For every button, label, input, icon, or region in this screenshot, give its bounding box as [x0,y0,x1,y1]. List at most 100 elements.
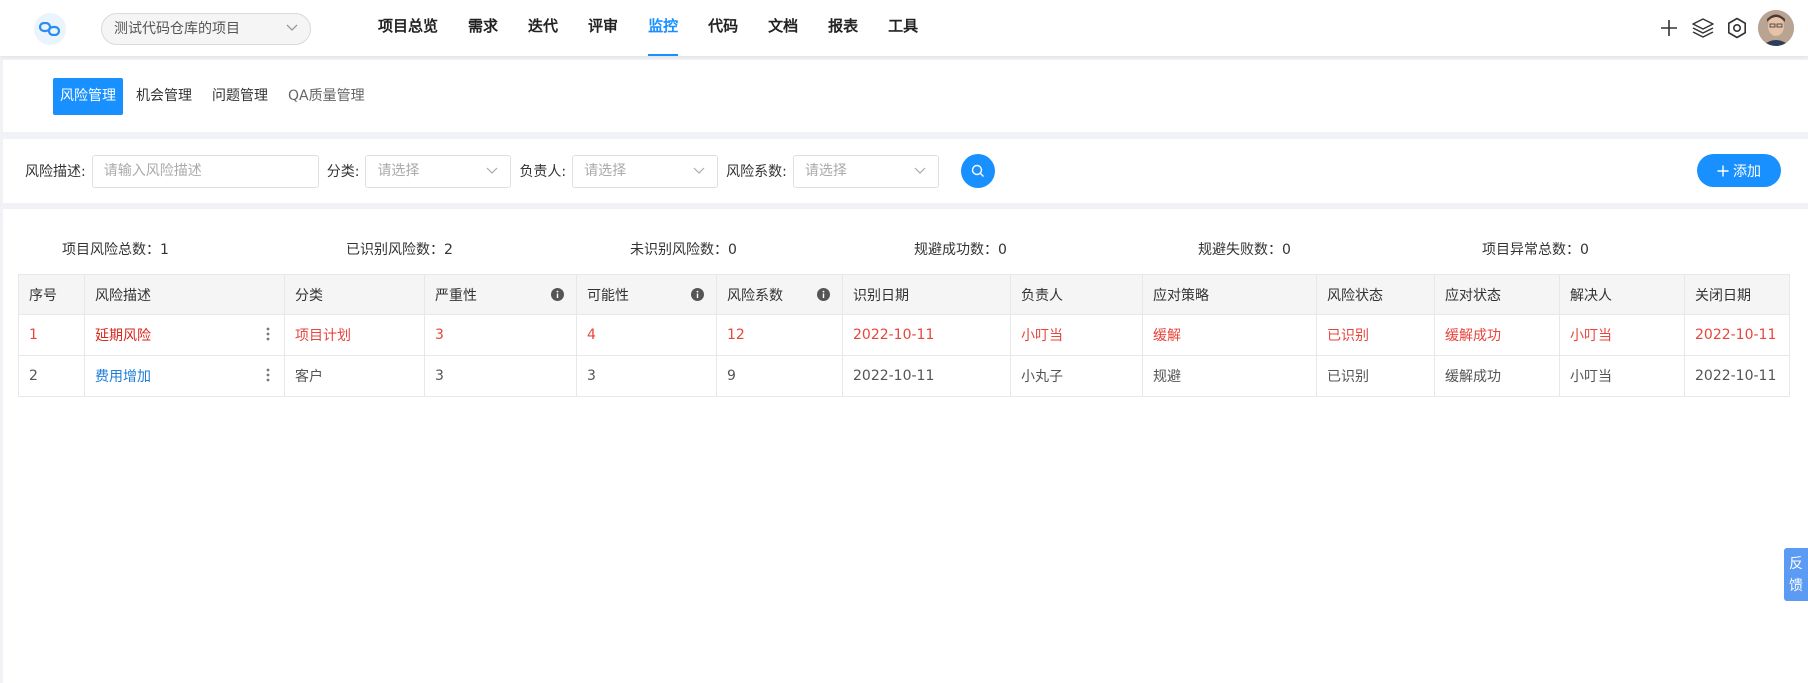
nav-item-code[interactable]: 代码 [693,0,753,56]
add-button-label: 添加 [1733,163,1761,180]
cell-resolver: 小叮当 [1559,355,1685,397]
risk-stats: 项目风险总数：1 已识别风险数：2 未识别风险数：0 规避成功数：0 规避失败数… [62,239,1766,259]
chevron-down-icon [914,167,926,174]
cell-strategy: 规避 [1142,355,1317,397]
main-panel: 项目风险总数：1 已识别风险数：2 未识别风险数：0 规避成功数：0 规避失败数… [3,209,1808,683]
feedback-char-2: 馈 [1789,577,1803,594]
nav-item-docs[interactable]: 文档 [753,0,813,56]
nav-item-overview[interactable]: 项目总览 [363,0,453,56]
cell-category: 客户 [284,355,425,397]
risk-coef-placeholder: 请选择 [804,162,847,179]
tab-risk-management[interactable]: 风险管理 [53,78,123,115]
cell-response-status: 缓解成功 [1434,314,1560,356]
chevron-down-icon [286,24,298,31]
info-icon[interactable] [551,288,564,301]
cell-severity: 3 [424,355,577,397]
category-placeholder: 请选择 [377,162,420,179]
risk-table: 序号 风险描述 分类 严重性 可能性 风险系数 识别日期 负责人 应对策略 风险… [18,274,1790,397]
category-select[interactable]: 请选择 [365,154,512,188]
tab-qa-quality-management[interactable]: QA质量管理 [281,78,372,115]
chevron-down-icon [487,167,498,174]
col-header-severity-label: 严重性 [435,287,477,304]
chevron-down-icon [693,167,705,174]
cell-risk-status: 已识别 [1316,355,1435,397]
col-header-category: 分类 [284,274,425,315]
cell-risk-status: 已识别 [1316,314,1435,356]
cell-resolver: 小叮当 [1559,314,1685,356]
col-header-close-date: 关闭日期 [1684,274,1790,315]
col-header-risk-coef-label: 风险系数 [727,287,783,304]
risk-desc-placeholder: 请输入风险描述 [103,162,202,179]
settings-icon[interactable] [1724,15,1750,41]
more-vertical-icon[interactable] [266,368,270,382]
top-actions [1656,10,1794,46]
top-navbar: 测试代码仓库的项目 项目总览 需求 迭代 评审 监控 代码 文档 报表 工具 [0,0,1808,56]
nav-item-monitoring[interactable]: 监控 [633,0,693,56]
info-icon[interactable] [817,288,830,301]
cell-severity: 3 [424,314,577,356]
col-header-identify-date: 识别日期 [842,274,1011,315]
cell-risk-coef: 9 [716,355,843,397]
search-button[interactable] [960,154,995,188]
risk-desc-link[interactable]: 延期风险 [95,328,151,344]
cell-close-date: 2022-10-11 [1684,355,1790,397]
cell-probability: 4 [576,314,717,356]
table-row[interactable]: 1 延期风险 项目计划 3 4 12 2022-10-11 小叮当 缓解 已识别… [18,314,1790,356]
main-nav: 项目总览 需求 迭代 评审 监控 代码 文档 报表 工具 [363,0,933,56]
app-logo[interactable] [34,13,66,45]
feedback-button[interactable]: 反 馈 [1784,548,1808,601]
nav-item-tools[interactable]: 工具 [873,0,933,56]
cell-owner: 小丸子 [1010,355,1143,397]
add-button[interactable]: 添加 [1697,154,1781,187]
col-header-description: 风险描述 [84,274,285,315]
risk-desc-link[interactable]: 费用增加 [95,369,151,385]
filter-bar: 风险描述: 请输入风险描述 分类: 请选择 负责人: 请选择 风险系数: 请选择… [3,139,1808,203]
col-header-strategy: 应对策略 [1142,274,1317,315]
col-header-owner: 负责人 [1010,274,1143,315]
cell-index: 2 [18,355,85,397]
layers-icon[interactable] [1690,15,1716,41]
col-header-probability: 可能性 [576,274,717,315]
col-header-index: 序号 [18,274,85,315]
cell-identify-date: 2022-10-11 [842,355,1011,397]
cell-category: 项目计划 [284,314,425,356]
stat-avoid-success: 规避成功数：0 [914,242,1007,258]
plus-icon[interactable] [1656,15,1682,41]
cell-probability: 3 [576,355,717,397]
cell-risk-coef: 12 [716,314,843,356]
tab-issue-management[interactable]: 问题管理 [205,78,275,115]
cell-description: 费用增加 [84,355,285,397]
risk-desc-input[interactable]: 请输入风险描述 [91,154,319,188]
stat-unidentified-risks: 未识别风险数：0 [630,242,737,258]
table-header-row: 序号 风险描述 分类 严重性 可能性 风险系数 识别日期 负责人 应对策略 风险… [18,274,1790,315]
table-row[interactable]: 2 费用增加 客户 3 3 9 2022-10-11 小丸子 规避 已识别 缓解… [18,355,1790,397]
stat-total-risks: 项目风险总数：1 [62,242,169,258]
cell-owner: 小叮当 [1010,314,1143,356]
cell-close-date: 2022-10-11 [1684,314,1790,356]
stat-avoid-failure: 规避失败数：0 [1198,242,1291,258]
risk-desc-label: 风险描述: [25,164,86,180]
nav-item-iterations[interactable]: 迭代 [513,0,573,56]
col-header-response-status: 应对状态 [1434,274,1560,315]
more-vertical-icon[interactable] [266,327,270,341]
avatar[interactable] [1758,10,1794,46]
project-selector[interactable]: 测试代码仓库的项目 [101,13,311,45]
cell-index: 1 [18,314,85,356]
owner-label: 负责人: [519,164,567,180]
nav-item-requirements[interactable]: 需求 [453,0,513,56]
tab-opportunity-management[interactable]: 机会管理 [129,78,199,115]
nav-item-reports[interactable]: 报表 [813,0,873,56]
plus-icon [1717,165,1729,176]
feedback-char-1: 反 [1789,555,1803,572]
owner-placeholder: 请选择 [584,162,627,179]
stat-project-exceptions: 项目异常总数：0 [1482,242,1589,258]
col-header-probability-label: 可能性 [587,287,629,304]
cell-response-status: 缓解成功 [1434,355,1560,397]
risk-coef-select[interactable]: 请选择 [792,154,939,188]
project-name: 测试代码仓库的项目 [114,21,240,37]
owner-select[interactable]: 请选择 [572,154,719,188]
info-icon[interactable] [691,288,704,301]
nav-item-reviews[interactable]: 评审 [573,0,633,56]
col-header-resolver: 解决人 [1559,274,1685,315]
stat-identified-risks: 已识别风险数：2 [346,242,453,258]
